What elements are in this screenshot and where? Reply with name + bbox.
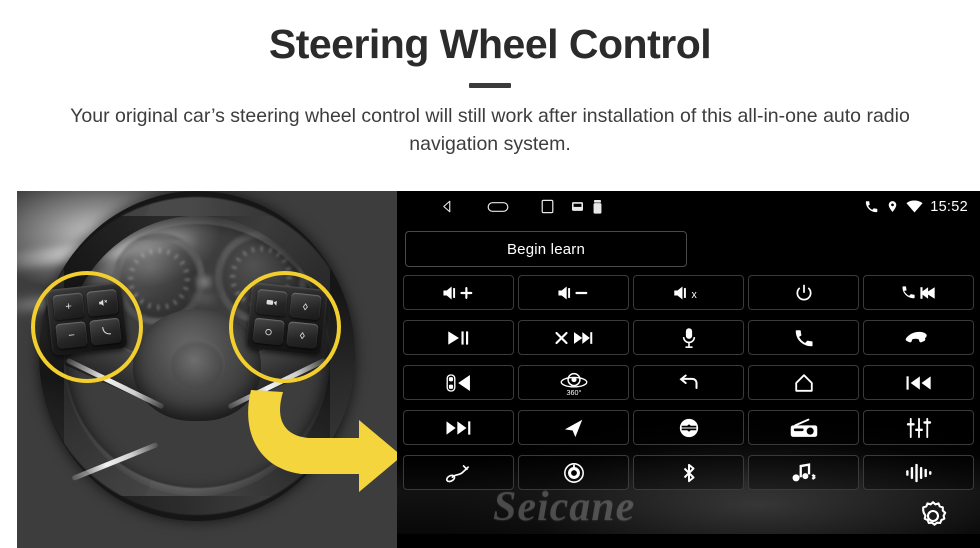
swc-button-audio-wave[interactable]	[863, 455, 974, 490]
swc-button-camera-360[interactable]: 360°	[518, 365, 629, 400]
title-divider-wrap	[0, 83, 980, 89]
swc-button-bluetooth-music[interactable]	[748, 455, 859, 490]
seicane-watermark: Seicane	[493, 484, 636, 530]
back-icon[interactable]	[440, 199, 455, 214]
page-header: Steering Wheel Control Your original car…	[0, 0, 980, 159]
swc-button-phone-hangup[interactable]	[863, 320, 974, 355]
swc-button-previous-track[interactable]	[863, 365, 974, 400]
wifi-icon	[906, 200, 923, 213]
android-head-unit-screen: 15:52 Begin learn x 360° Seicane	[397, 191, 980, 548]
swc-button-grid: x 360°	[403, 275, 975, 490]
swc-button-play-pause[interactable]	[403, 320, 514, 355]
swc-button-phone-answer[interactable]	[748, 320, 859, 355]
settings-gear-icon[interactable]	[914, 497, 952, 535]
swc-button-parking-sensor[interactable]	[403, 365, 514, 400]
swc-button-home[interactable]	[748, 365, 859, 400]
swc-button-radio[interactable]	[748, 410, 859, 445]
navigation-bar	[440, 199, 602, 214]
airbag-cover	[169, 339, 225, 391]
swc-button-back[interactable]	[633, 365, 744, 400]
usb-icon	[593, 199, 602, 214]
swc-button-mode-source[interactable]	[633, 410, 744, 445]
yellow-arrow	[239, 384, 397, 494]
sdcard-icon	[572, 202, 583, 211]
begin-learn-label: Begin learn	[506, 240, 586, 258]
location-icon	[886, 199, 899, 214]
media-row: + − 15:52 Begin learn x 360° Seicane	[0, 191, 980, 548]
system-indicators: 15:52	[864, 199, 968, 215]
swc-button-mute[interactable]: x	[633, 275, 744, 310]
swc-button-microphone[interactable]	[633, 320, 744, 355]
begin-learn-button[interactable]: Begin learn	[405, 231, 687, 267]
swc-button-power[interactable]	[748, 275, 859, 310]
swc-button-volume-up[interactable]	[403, 275, 514, 310]
swc-button-next-track[interactable]	[403, 410, 514, 445]
phone-icon	[864, 199, 879, 214]
swc-button-shuffle-next[interactable]	[518, 320, 629, 355]
swc-button-navigation[interactable]	[518, 410, 629, 445]
page-title: Steering Wheel Control	[268, 21, 712, 67]
status-bar: 15:52	[397, 191, 980, 222]
recents-icon[interactable]	[541, 199, 554, 214]
swc-button-bluetooth[interactable]	[633, 455, 744, 490]
svg-text:x: x	[691, 288, 697, 300]
steering-wheel-photo: + −	[17, 191, 397, 548]
highlight-circle-right	[229, 271, 341, 383]
status-clock: 15:52	[930, 198, 968, 215]
page-subtitle: Your original car’s steering wheel contr…	[70, 105, 910, 156]
camera-360-label: 360°	[566, 387, 581, 395]
screen-bottom-bezel	[397, 534, 980, 548]
swc-button-volume-down[interactable]	[518, 275, 629, 310]
swc-button-equalizer[interactable]	[863, 410, 974, 445]
title-divider	[469, 83, 511, 89]
page-root: Steering Wheel Control Your original car…	[0, 0, 980, 548]
highlight-circle-left	[31, 271, 143, 383]
swc-button-phone-previous[interactable]	[863, 275, 974, 310]
home-icon[interactable]	[487, 200, 509, 214]
